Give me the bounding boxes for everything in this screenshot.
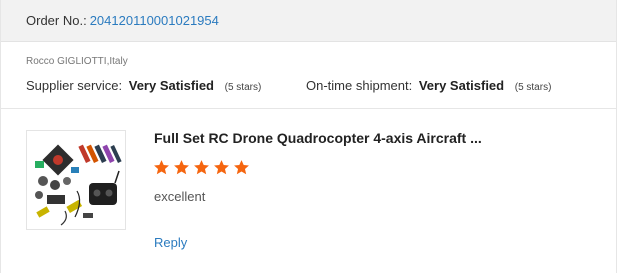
on-time-shipment-stars: (5 stars) bbox=[514, 82, 552, 93]
on-time-shipment-value: Very Satisfied bbox=[418, 78, 505, 93]
reply-link[interactable]: Reply bbox=[154, 235, 187, 250]
buyer-rating-section: Rocco GIGLIOTTI,Italy Supplier service: … bbox=[1, 42, 616, 109]
buyer-feedback-text: excellent bbox=[154, 189, 206, 204]
on-time-shipment-rating: On-time shipment: Very Satisfied (5 star… bbox=[306, 78, 551, 93]
star-icon bbox=[234, 160, 249, 175]
on-time-shipment-label: On-time shipment: bbox=[306, 78, 413, 93]
star-icon bbox=[154, 160, 169, 175]
product-feedback: Full Set RC Drone Quadrocopter 4-axis Ai… bbox=[1, 109, 616, 273]
star-icon bbox=[174, 160, 189, 175]
buyer-name: Rocco GIGLIOTTI,Italy bbox=[26, 56, 128, 67]
star-icon bbox=[194, 160, 209, 175]
order-number-link[interactable]: 204120110001021954 bbox=[90, 13, 219, 28]
supplier-service-rating: Supplier service: Very Satisfied (5 star… bbox=[26, 78, 261, 93]
order-number-label: Order No.: bbox=[26, 13, 87, 28]
product-title-link[interactable]: Full Set RC Drone Quadrocopter 4-axis Ai… bbox=[154, 130, 482, 146]
star-icon bbox=[214, 160, 229, 175]
product-thumbnail[interactable] bbox=[26, 130, 126, 230]
product-rating-stars bbox=[153, 159, 250, 176]
order-header: Order No.: 204120110001021954 bbox=[1, 0, 616, 42]
supplier-service-stars: (5 stars) bbox=[224, 82, 262, 93]
drone-kit-product-photo-icon bbox=[27, 131, 125, 229]
order-feedback-card: Order No.: 204120110001021954 Rocco GIGL… bbox=[0, 0, 617, 273]
supplier-service-value: Very Satisfied bbox=[128, 78, 215, 93]
supplier-service-label: Supplier service: bbox=[26, 78, 123, 93]
